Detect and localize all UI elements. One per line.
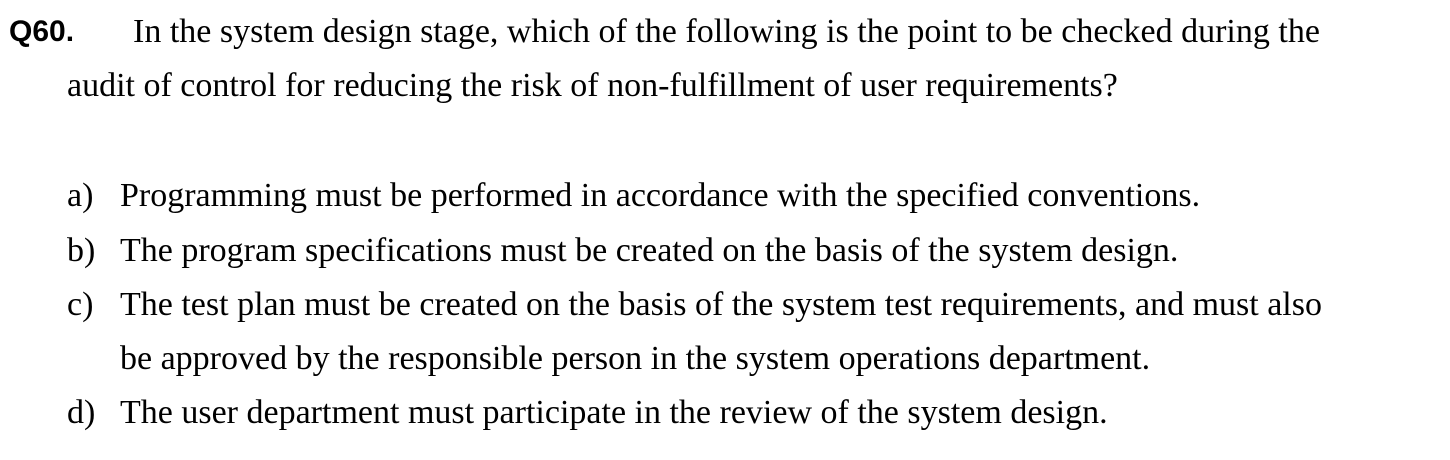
question-number: Q60. bbox=[9, 15, 75, 48]
option-c-letter: c) bbox=[67, 286, 94, 323]
option-c-text-line-2: be approved by the responsible person in… bbox=[120, 340, 1151, 377]
option-b-text: The program specifications must be creat… bbox=[120, 232, 1179, 269]
option-a-text: Programming must be performed in accorda… bbox=[120, 177, 1201, 214]
question-stem-line-1: In the system design stage, which of the… bbox=[133, 13, 1320, 50]
option-a-letter: a) bbox=[67, 177, 94, 214]
option-c-text-line-1: The test plan must be created on the bas… bbox=[120, 286, 1322, 323]
question-stem-line-2: audit of control for reducing the risk o… bbox=[67, 67, 1118, 104]
option-d-text: The user department must participate in … bbox=[120, 394, 1108, 431]
option-d-letter: d) bbox=[67, 394, 96, 431]
question-block: Q60. In the system design stage, which o… bbox=[0, 0, 1450, 460]
option-b-letter: b) bbox=[67, 232, 96, 269]
